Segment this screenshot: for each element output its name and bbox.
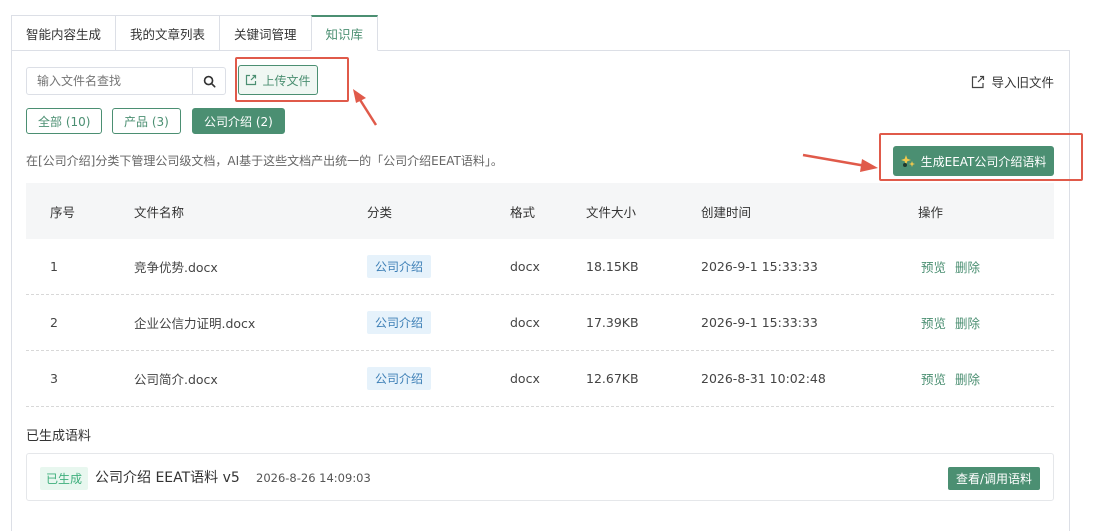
table-row: 3 公司简介.docx 公司介绍 docx 12.67KB 2026-8-31 … [26, 351, 1054, 407]
table-header: 序号 文件名称 分类 格式 文件大小 创建时间 操作 [26, 183, 1054, 239]
import-old-files-button[interactable]: 导入旧文件 [971, 72, 1054, 91]
category-description: 在[公司介绍]分类下管理公司级文档，AI基于这些文档产出统一的「公司介绍EEAT… [26, 154, 503, 168]
delete-link[interactable]: 删除 [955, 316, 980, 331]
row-index: 1 [50, 259, 58, 274]
import-icon [972, 75, 985, 88]
search-box [26, 67, 226, 95]
col-created: 创建时间 [701, 204, 752, 220]
row-format: docx [510, 259, 540, 274]
upload-file-button[interactable]: 上传文件 [238, 65, 318, 95]
corpus-time: 2026-8-26 14:09:03 [256, 471, 371, 485]
table-row: 2 企业公信力证明.docx 公司介绍 docx 17.39KB 2026-9-… [26, 295, 1054, 351]
generate-eeat-button[interactable]: 生成EEAT公司介绍语料 [893, 146, 1054, 176]
col-format: 格式 [510, 204, 536, 220]
row-size: 18.15KB [586, 259, 639, 274]
tab-content-generation[interactable]: 智能内容生成 [11, 15, 116, 51]
preview-link[interactable]: 预览 [921, 372, 946, 387]
import-label: 导入旧文件 [991, 75, 1054, 90]
category-tag: 公司介绍 [367, 255, 432, 278]
row-filename: 公司简介.docx [134, 372, 218, 387]
view-corpus-button[interactable]: 查看/调用语料 [947, 467, 1040, 490]
filter-company-intro[interactable]: 公司介绍 (2) [192, 108, 285, 134]
col-size: 文件大小 [586, 204, 637, 220]
row-size: 12.67KB [586, 371, 639, 386]
col-name: 文件名称 [134, 204, 185, 220]
row-filename: 企业公信力证明.docx [134, 316, 256, 331]
row-format: docx [510, 315, 540, 330]
col-index: 序号 [50, 204, 76, 220]
generated-badge: 已生成 [40, 467, 89, 490]
search-button[interactable] [192, 68, 225, 94]
row-actions: 预览 删除 [921, 369, 989, 388]
col-category: 分类 [367, 204, 393, 220]
tab-knowledge-base[interactable]: 知识库 [310, 15, 379, 51]
filter-all[interactable]: 全部 (10) [26, 108, 103, 134]
row-filename: 竞争优势.docx [134, 260, 218, 275]
corpus-name: 公司介绍 EEAT语料 v5 [95, 470, 240, 486]
row-created: 2026-9-1 15:33:33 [701, 315, 818, 330]
file-table: 序号 文件名称 分类 格式 文件大小 创建时间 操作 1 竞争优势.docx 公… [26, 183, 1054, 407]
row-format: docx [510, 371, 540, 386]
generate-label: 生成EEAT公司介绍语料 [920, 154, 1047, 169]
upload-label: 上传文件 [262, 73, 311, 88]
preview-link[interactable]: 预览 [921, 316, 946, 331]
category-tag: 公司介绍 [367, 311, 432, 334]
generated-corpus-card: 已生成 公司介绍 EEAT语料 v5 2026-8-26 14:09:03 查看… [26, 453, 1054, 501]
col-actions: 操作 [918, 204, 944, 220]
delete-link[interactable]: 删除 [955, 372, 980, 387]
row-size: 17.39KB [586, 315, 639, 330]
search-input[interactable] [27, 68, 192, 94]
tab-my-articles[interactable]: 我的文章列表 [115, 15, 220, 51]
row-actions: 预览 删除 [921, 313, 989, 332]
row-actions: 预览 删除 [921, 257, 989, 276]
row-created: 2026-8-31 10:02:48 [701, 371, 826, 386]
generated-section-title: 已生成语料 [26, 429, 92, 444]
filter-product[interactable]: 产品 (3) [112, 108, 181, 134]
preview-link[interactable]: 预览 [921, 260, 946, 275]
sparkle-icon [900, 155, 915, 167]
tab-bar: 智能内容生成 我的文章列表 关键词管理 知识库 [11, 15, 379, 51]
tab-keyword-management[interactable]: 关键词管理 [219, 15, 311, 51]
category-tag: 公司介绍 [367, 367, 432, 390]
row-created: 2026-9-1 15:33:33 [701, 259, 818, 274]
upload-icon [246, 74, 257, 86]
table-row: 1 竞争优势.docx 公司介绍 docx 18.15KB 2026-9-1 1… [26, 239, 1054, 295]
row-index: 2 [50, 315, 58, 330]
delete-link[interactable]: 删除 [955, 260, 980, 275]
search-icon [203, 75, 216, 88]
row-index: 3 [50, 371, 58, 386]
